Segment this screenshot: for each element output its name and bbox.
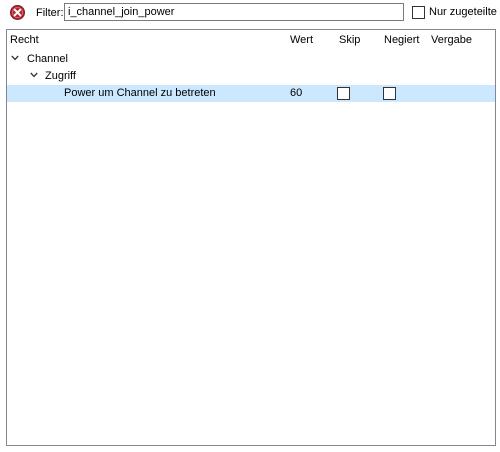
- tree-header: Recht Wert Skip Negiert Vergabe: [7, 30, 495, 50]
- permission-name: Power um Channel zu betreten: [64, 87, 216, 99]
- only-assigned-checkbox[interactable]: [412, 5, 425, 19]
- chevron-down-icon[interactable]: [30, 72, 38, 78]
- permission-row-selected[interactable]: Power um Channel zu betreten 60: [7, 85, 495, 102]
- permission-value[interactable]: 60: [290, 87, 302, 100]
- chevron-down-icon[interactable]: [11, 55, 19, 61]
- column-header-wert[interactable]: Wert: [290, 34, 313, 47]
- clear-filter-icon: [10, 5, 25, 20]
- filter-input[interactable]: [64, 3, 404, 21]
- column-header-vergabe[interactable]: Vergabe: [431, 34, 472, 47]
- column-header-skip[interactable]: Skip: [339, 34, 360, 47]
- negiert-checkbox[interactable]: [383, 87, 396, 100]
- tree-group-channel[interactable]: Channel: [7, 51, 495, 68]
- tree-subgroup-label: Zugriff: [45, 70, 76, 82]
- filter-label: Filter:: [36, 7, 64, 19]
- permissions-tree[interactable]: Recht Wert Skip Negiert Vergabe Channel …: [6, 29, 496, 446]
- tree-subgroup-zugriff[interactable]: Zugriff: [7, 68, 495, 85]
- only-assigned-toggle[interactable]: Nur zugeteilte: [412, 5, 497, 19]
- column-header-negiert[interactable]: Negiert: [384, 34, 419, 47]
- column-header-recht[interactable]: Recht: [10, 34, 39, 47]
- only-assigned-label: Nur zugeteilte: [429, 5, 497, 18]
- clear-filter-button[interactable]: [10, 5, 25, 20]
- tree-group-label: Channel: [27, 53, 68, 65]
- skip-checkbox[interactable]: [337, 87, 350, 100]
